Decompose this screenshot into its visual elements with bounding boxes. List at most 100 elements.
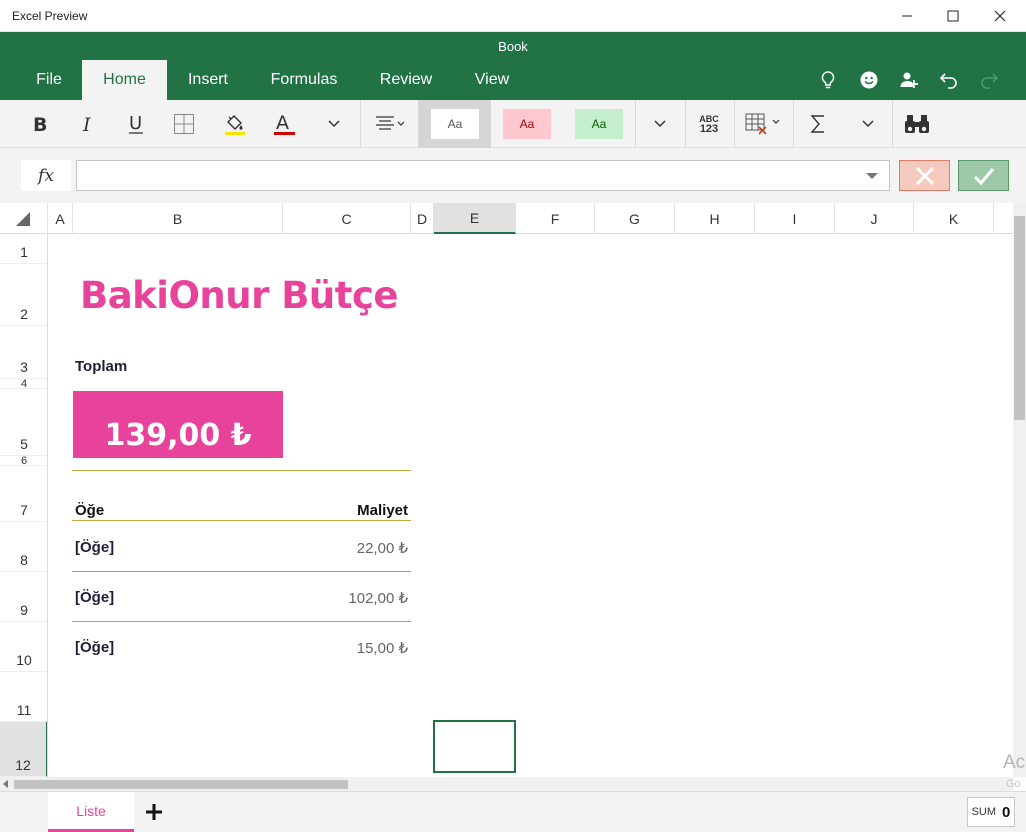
italic-button[interactable]: I xyxy=(72,100,104,148)
budget-title[interactable]: BakiOnur Bütçe xyxy=(80,274,398,317)
row-header-4[interactable]: 4 xyxy=(0,378,47,390)
smiley-icon xyxy=(860,71,878,89)
row-divider xyxy=(72,621,411,622)
lightbulb-button[interactable] xyxy=(816,68,840,92)
column-header-h[interactable]: H xyxy=(675,203,755,234)
formula-input[interactable] xyxy=(76,160,890,191)
delete-cells-button[interactable] xyxy=(740,100,786,148)
item-name-cell[interactable]: [Öğe] xyxy=(75,589,114,606)
scroll-left-arrow-icon[interactable] xyxy=(3,780,9,788)
item-cost-cell[interactable]: 15,00 ₺ xyxy=(249,639,408,657)
status-sum[interactable]: SUM 0 xyxy=(967,797,1015,827)
row-header-8[interactable]: 8 xyxy=(0,522,47,572)
row-header-7[interactable]: 7 xyxy=(0,466,47,522)
share-button[interactable] xyxy=(897,68,921,92)
row-header-10[interactable]: 10 xyxy=(0,622,47,672)
ribbon-separator xyxy=(734,100,735,148)
column-header-e[interactable]: E xyxy=(434,203,516,234)
vertical-scrollbar-thumb[interactable] xyxy=(1014,216,1025,420)
chevron-down-icon xyxy=(654,120,666,128)
column-header-g[interactable]: G xyxy=(595,203,675,234)
cell-style-good[interactable]: Aa xyxy=(575,109,623,139)
undo-button[interactable] xyxy=(937,68,961,92)
total-label[interactable]: Toplam xyxy=(75,358,127,375)
chevron-down-icon xyxy=(862,120,874,128)
item-cost-cell[interactable]: 22,00 ₺ xyxy=(249,539,408,557)
add-sheet-button[interactable] xyxy=(142,800,166,824)
paint-bucket-icon xyxy=(225,115,245,135)
gold-divider xyxy=(72,470,411,471)
number-format-button[interactable]: ABC 123 xyxy=(690,100,728,148)
row-headers: 1 2 3 4 5 6 7 8 9 10 11 12 xyxy=(0,234,48,777)
column-header-j[interactable]: J xyxy=(835,203,914,234)
cell-style-normal[interactable]: Aa xyxy=(419,100,491,148)
feedback-button[interactable] xyxy=(857,68,881,92)
italic-icon: I xyxy=(82,114,91,134)
column-header-k[interactable]: K xyxy=(914,203,994,234)
number-format-line2: 123 xyxy=(699,123,719,135)
column-header-d[interactable]: D xyxy=(411,203,434,234)
cost-column-header[interactable]: Maliyet xyxy=(249,502,408,519)
bold-button[interactable]: B xyxy=(24,100,56,148)
fill-color-button[interactable] xyxy=(218,100,250,148)
row-header-3[interactable]: 3 xyxy=(0,326,47,379)
font-color-button[interactable]: A xyxy=(268,100,300,148)
column-header-c[interactable]: C xyxy=(283,203,411,234)
select-all-button[interactable] xyxy=(0,203,48,234)
column-header-i[interactable]: I xyxy=(755,203,835,234)
item-cost-cell[interactable]: 102,00 ₺ xyxy=(249,589,408,607)
svg-text:B: B xyxy=(33,114,47,134)
cell-styles-dropdown[interactable] xyxy=(644,100,676,148)
tab-review[interactable]: Review xyxy=(368,60,444,100)
total-value-cell[interactable]: 139,00 ₺ xyxy=(73,391,283,458)
font-color-icon: A xyxy=(274,112,295,135)
row-header-11[interactable]: 11 xyxy=(0,672,47,722)
borders-button[interactable] xyxy=(168,100,200,148)
tab-home[interactable]: Home xyxy=(82,60,167,100)
row-header-1[interactable]: 1 xyxy=(0,234,47,264)
font-options-dropdown[interactable] xyxy=(318,100,350,148)
selected-cell-e12[interactable] xyxy=(433,720,516,773)
select-all-triangle-icon xyxy=(16,212,30,226)
column-header-b[interactable]: B xyxy=(73,203,283,234)
sum-value: 0 xyxy=(1002,803,1011,821)
svg-text:I: I xyxy=(82,114,91,134)
confirm-entry-button[interactable] xyxy=(958,160,1009,191)
autosum-button[interactable] xyxy=(802,100,834,148)
functions-dropdown[interactable] xyxy=(852,100,884,148)
align-button[interactable] xyxy=(366,100,410,148)
tab-formulas[interactable]: Formulas xyxy=(258,60,350,100)
chevron-down-icon[interactable] xyxy=(865,172,879,180)
activation-watermark-sub: Go xyxy=(1006,778,1021,790)
row-header-12[interactable]: 12 xyxy=(0,722,47,777)
item-column-header[interactable]: Öğe xyxy=(75,502,104,519)
tab-file[interactable]: File xyxy=(24,60,74,100)
redo-button[interactable] xyxy=(977,68,1001,92)
maximize-button[interactable] xyxy=(930,0,976,32)
row-header-9[interactable]: 9 xyxy=(0,572,47,622)
redo-icon xyxy=(981,73,999,89)
underline-button[interactable]: U xyxy=(120,100,152,148)
find-button[interactable] xyxy=(900,100,934,148)
cell-style-bad[interactable]: Aa xyxy=(503,109,551,139)
tab-view[interactable]: View xyxy=(462,60,522,100)
row-header-5[interactable]: 5 xyxy=(0,389,47,456)
horizontal-scrollbar-thumb[interactable] xyxy=(14,780,348,789)
delete-cells-icon xyxy=(745,113,780,135)
column-headers: A B C D E F G H I J K xyxy=(0,203,1013,234)
column-header-a[interactable]: A xyxy=(48,203,73,234)
row-divider xyxy=(72,571,411,572)
column-header-f[interactable]: F xyxy=(516,203,595,234)
close-button[interactable] xyxy=(977,0,1023,32)
cancel-entry-button[interactable] xyxy=(899,160,950,191)
sheet-grid[interactable]: BakiOnur Bütçe Toplam 139,00 ₺ Öğe Maliy… xyxy=(49,234,1013,777)
add-person-icon xyxy=(900,72,918,88)
item-name-cell[interactable]: [Öğe] xyxy=(75,639,114,656)
minimize-button[interactable] xyxy=(884,0,930,32)
item-name-cell[interactable]: [Öğe] xyxy=(75,539,114,556)
row-header-6[interactable]: 6 xyxy=(0,455,47,467)
sheet-tab-liste[interactable]: Liste xyxy=(48,792,134,832)
fx-button[interactable]: fx xyxy=(21,160,71,191)
row-header-2[interactable]: 2 xyxy=(0,264,47,326)
tab-insert[interactable]: Insert xyxy=(175,60,241,100)
